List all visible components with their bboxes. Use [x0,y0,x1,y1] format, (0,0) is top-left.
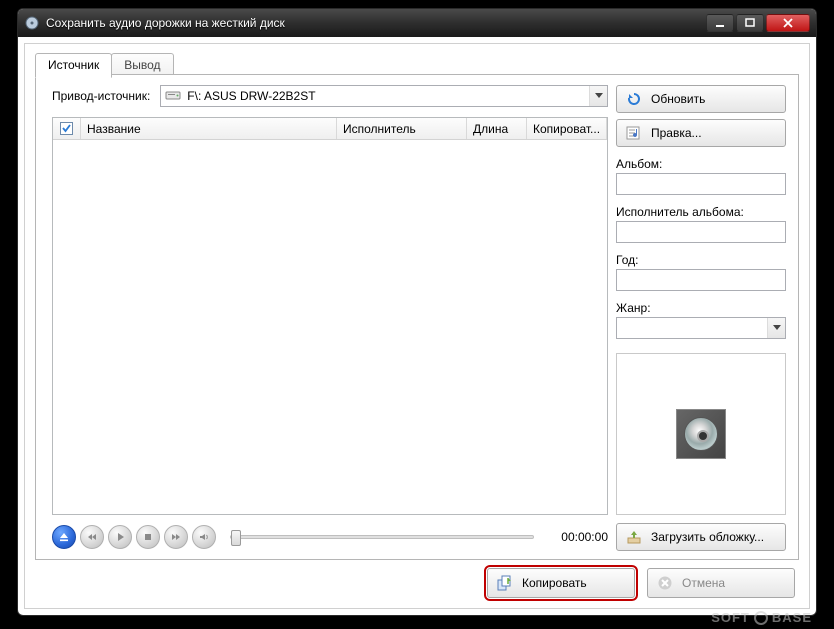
prev-track-button[interactable] [80,525,104,549]
play-button[interactable] [108,525,132,549]
window-controls [706,14,810,32]
genre-combo[interactable] [616,317,786,339]
cover-art-box[interactable] [616,353,786,515]
tab-source-label: Источник [48,58,99,72]
eject-button[interactable] [52,525,76,549]
column-check[interactable] [53,118,81,139]
album-label: Альбом: [616,157,786,171]
dialog-window: Сохранить аудио дорожки на жесткий диск … [17,8,817,616]
refresh-button[interactable]: Обновить [616,85,786,113]
album-field[interactable] [616,173,786,195]
copy-icon [496,574,514,592]
edit-label: Правка... [651,126,702,140]
refresh-label: Обновить [651,92,705,106]
tab-panel-source: Привод-источник: F\: ASUS DRW-22B2ST [35,74,799,560]
close-button[interactable] [766,14,810,32]
copy-button[interactable]: Копировать [487,568,635,598]
load-cover-label: Загрузить обложку... [651,530,764,544]
note-list-icon [625,124,643,142]
titlebar[interactable]: Сохранить аудио дорожки на жесткий диск [18,9,816,37]
genre-label: Жанр: [616,301,786,315]
stop-button[interactable] [136,525,160,549]
chevron-down-icon [589,86,607,106]
chevron-down-icon [767,318,785,338]
tab-source[interactable]: Источник [35,53,112,78]
load-cover-row: Загрузить обложку... [616,523,786,551]
playback-time: 00:00:00 [548,530,608,544]
window-title: Сохранить аудио дорожки на жесткий диск [46,16,706,30]
edit-button[interactable]: Правка... [616,119,786,147]
maximize-button[interactable] [736,14,764,32]
watermark-circle-icon [754,611,768,625]
year-field[interactable] [616,269,786,291]
source-drive-value: F\: ASUS DRW-22B2ST [187,89,315,103]
watermark: SOFT BASE [711,610,812,625]
seek-thumb[interactable] [231,530,241,546]
cancel-button[interactable]: Отмена [647,568,795,598]
track-list[interactable]: Название Исполнитель Длина Копироват... [52,117,608,515]
album-artist-label: Исполнитель альбома: [616,205,786,219]
upload-icon [625,528,643,546]
cd-case-icon [676,409,726,459]
drive-icon [165,89,181,104]
column-name[interactable]: Название [81,118,337,139]
column-length[interactable]: Длина [467,118,527,139]
load-cover-button[interactable]: Загрузить обложку... [616,523,786,551]
column-copy[interactable]: Копироват... [527,118,607,139]
source-drive-row: Привод-источник: F\: ASUS DRW-22B2ST [52,85,608,107]
year-label: Год: [616,253,786,267]
refresh-icon [625,90,643,108]
side-panel: Обновить Правка... Альбом: Исполни [616,85,786,515]
dialog-actions: Копировать Отмена [487,568,795,598]
cancel-label: Отмена [682,576,725,590]
select-all-checkbox[interactable] [60,122,73,135]
source-drive-combo[interactable]: F\: ASUS DRW-22B2ST [160,85,608,107]
album-artist-field[interactable] [616,221,786,243]
copy-label: Копировать [522,576,587,590]
next-track-button[interactable] [164,525,188,549]
cancel-icon [656,574,674,592]
source-drive-label: Привод-источник: [52,89,150,103]
player-controls: 00:00:00 [52,523,608,551]
app-icon [24,15,40,31]
client-area: Источник Вывод Привод-источник: F\: ASUS… [24,43,810,609]
seek-slider[interactable] [230,535,534,539]
track-list-header: Название Исполнитель Длина Копироват... [53,118,607,140]
column-artist[interactable]: Исполнитель [337,118,467,139]
minimize-button[interactable] [706,14,734,32]
volume-button[interactable] [192,525,216,549]
tab-output-label: Вывод [124,58,160,72]
